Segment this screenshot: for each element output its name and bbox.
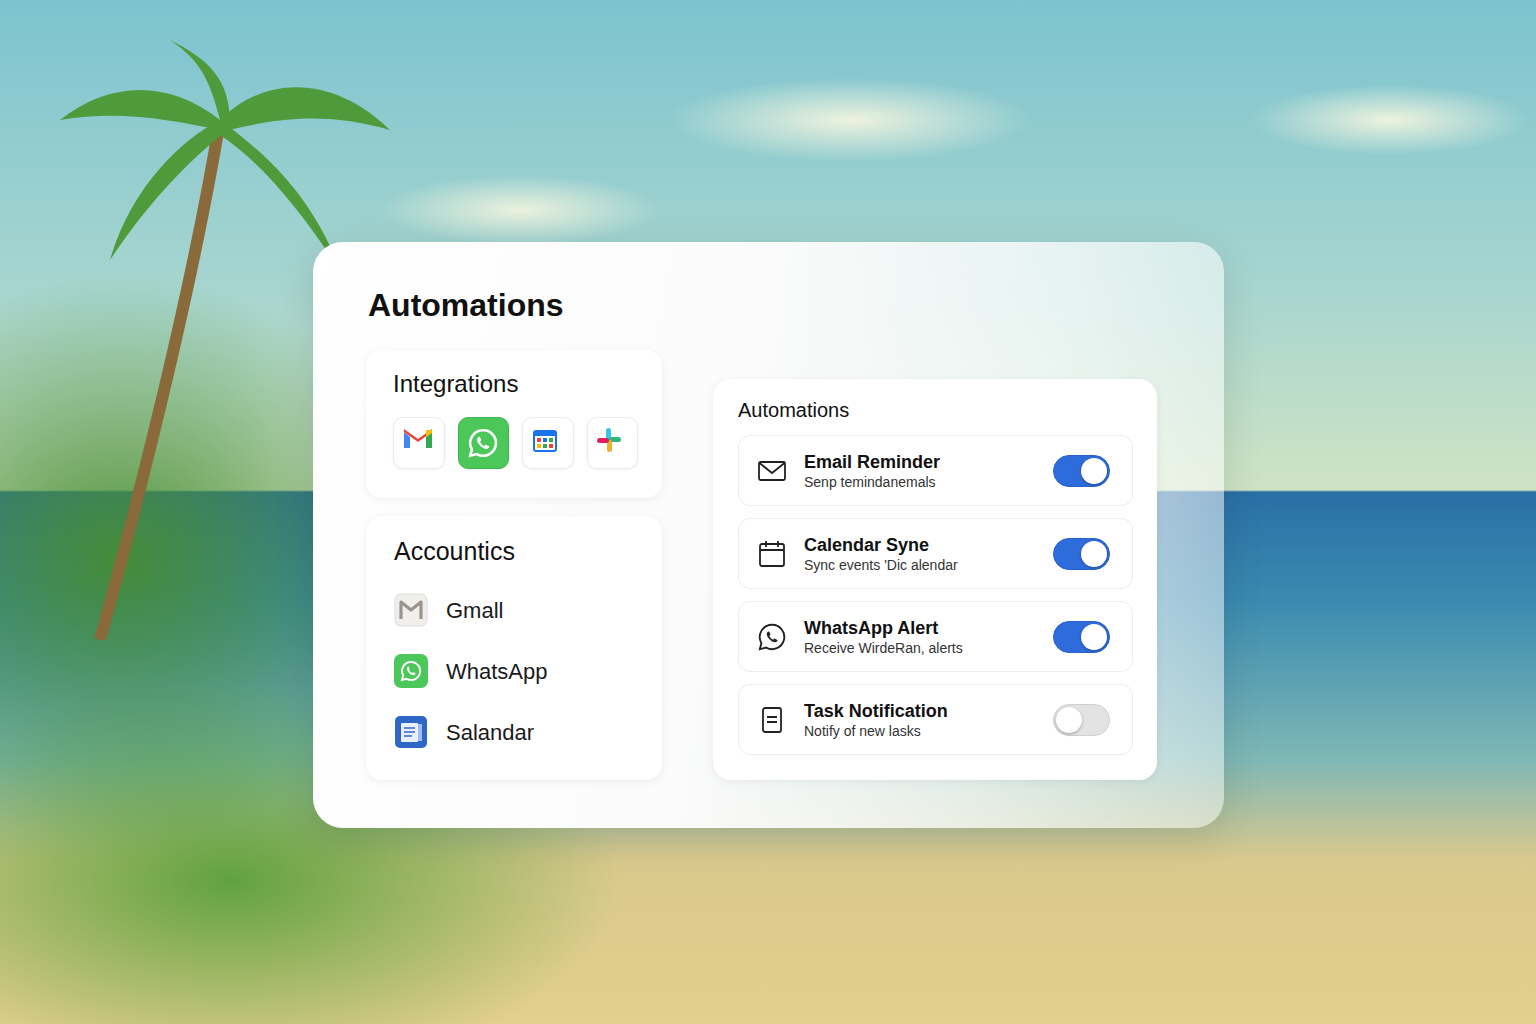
- whatsapp-icon: [757, 622, 787, 652]
- automation-row: Email ReminderSenp temindanemals: [738, 435, 1133, 506]
- document-icon: [757, 705, 787, 735]
- calendar-icon: [394, 715, 428, 749]
- automation-row: WhatsApp AlertReceive WirdeRan, alerts: [738, 601, 1133, 672]
- automation-subtitle: Receive WirdeRan, alerts: [804, 639, 1053, 657]
- integrations-card: Integrations: [366, 350, 662, 498]
- integration-tile[interactable]: [458, 417, 510, 469]
- account-label[interactable]: WhatsApp: [446, 655, 548, 688]
- automation-subtitle: Sync events 'Dic alendar: [804, 556, 1053, 574]
- automation-text: Task NotificationNotify of new lasks: [804, 700, 1053, 741]
- automation-text: WhatsApp AlertReceive WirdeRan, alerts: [804, 617, 1053, 658]
- automation-subtitle: Senp temindanemals: [804, 473, 1053, 491]
- automation-list: Email ReminderSenp temindanemals Calendar…: [738, 435, 1133, 755]
- automation-title: Task Notification: [804, 700, 1053, 723]
- automation-title: Calendar Syne: [804, 534, 1053, 557]
- automation-title: Email Reminder: [804, 451, 1053, 474]
- toggle-knob: [1081, 624, 1107, 650]
- automation-text: Calendar SyneSync events 'Dic alendar: [804, 534, 1053, 575]
- automation-title: WhatsApp Alert: [804, 617, 1053, 640]
- slack-icon: [595, 426, 629, 460]
- account-label[interactable]: Gmall: [446, 594, 503, 627]
- automation-row: Calendar SyneSync events 'Dic alendar: [738, 518, 1133, 589]
- account-item[interactable]: Gmall: [394, 588, 638, 632]
- automation-toggle[interactable]: [1053, 455, 1110, 487]
- beach-background: Automations Integrations Accountics Gmall Wh…: [0, 0, 1536, 1024]
- envelope-icon: [757, 456, 787, 486]
- automation-toggle[interactable]: [1053, 704, 1110, 736]
- automations-card: Automations Email ReminderSenp temindanem…: [713, 379, 1157, 780]
- automation-toggle[interactable]: [1053, 621, 1110, 653]
- gmail-icon: [402, 426, 436, 460]
- automations-panel: Automations Integrations Accountics Gmall Wh…: [313, 242, 1224, 828]
- account-item[interactable]: Salandar: [394, 710, 638, 754]
- calendar-icon: [757, 539, 787, 569]
- accounts-card: Accountics Gmall WhatsApp Salandar: [366, 516, 662, 780]
- accounts-title: Accountics: [394, 536, 638, 566]
- automations-title: Automations: [738, 397, 1133, 423]
- account-item[interactable]: WhatsApp: [394, 649, 638, 693]
- toggle-knob: [1081, 458, 1107, 484]
- integration-tile[interactable]: [587, 417, 639, 469]
- left-column: Integrations Accountics Gmall WhatsApp Salan…: [366, 350, 662, 780]
- panel-title: Automations: [368, 286, 1169, 324]
- gmail-icon: [394, 593, 428, 627]
- toggle-knob: [1056, 707, 1082, 733]
- toggle-knob: [1081, 541, 1107, 567]
- account-label[interactable]: Salandar: [446, 716, 534, 749]
- panel-columns: Integrations Accountics Gmall WhatsApp Salan…: [366, 350, 1169, 780]
- integration-tile[interactable]: [393, 417, 445, 469]
- automation-row: Task NotificationNotify of new lasks: [738, 684, 1133, 755]
- calendar-icon: [531, 426, 565, 460]
- whatsapp-icon: [394, 654, 428, 688]
- automation-subtitle: Notify of new lasks: [804, 722, 1053, 740]
- whatsapp-icon: [466, 426, 500, 460]
- automation-toggle[interactable]: [1053, 538, 1110, 570]
- integrations-title: Integrations: [393, 370, 638, 399]
- automation-text: Email ReminderSenp temindanemals: [804, 451, 1053, 492]
- integration-tile[interactable]: [522, 417, 574, 469]
- integration-tiles: [393, 417, 638, 469]
